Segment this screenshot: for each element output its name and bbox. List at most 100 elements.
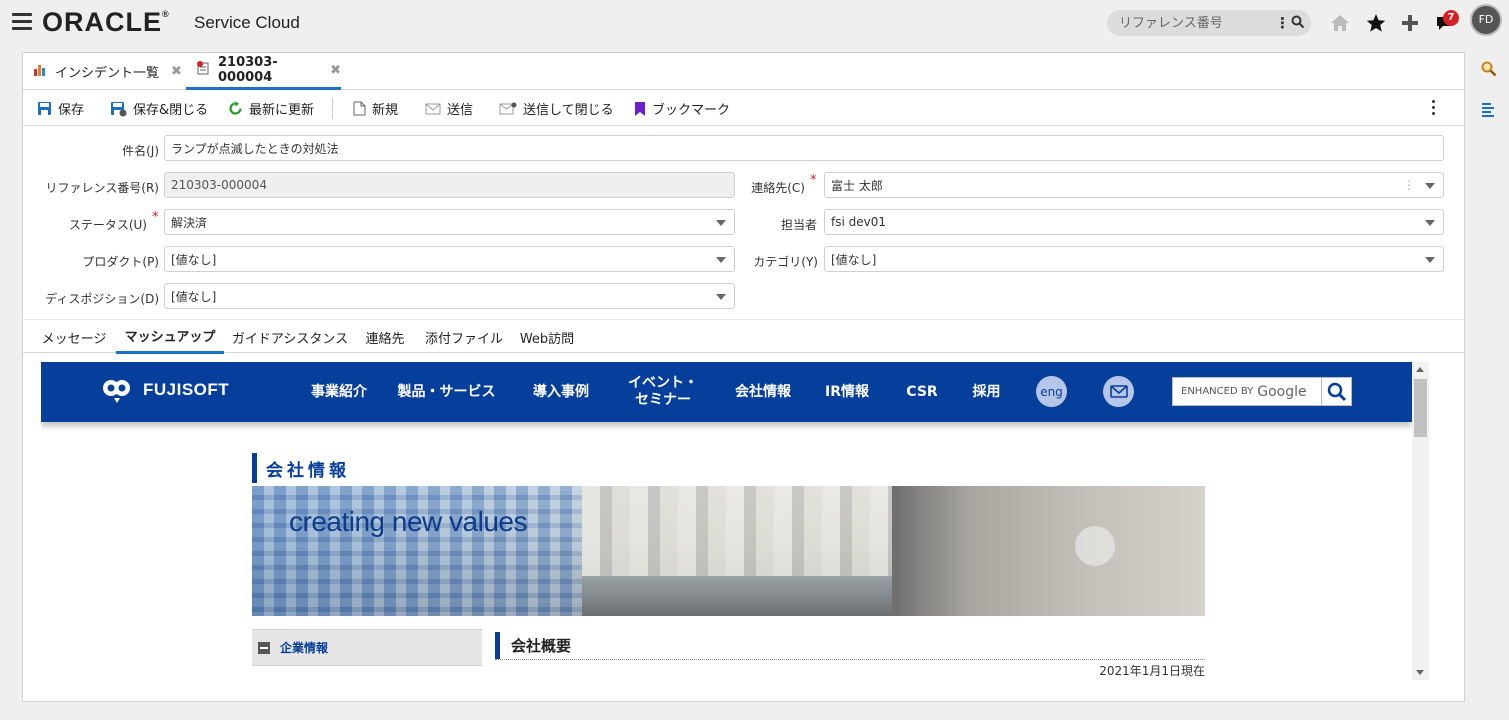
save-close-button[interactable]: 保存&閉じる bbox=[110, 91, 208, 126]
tab-contact[interactable]: 連絡先 bbox=[359, 320, 411, 354]
side-menu-company[interactable]: 企業情報 bbox=[252, 629, 482, 666]
tab-label: 210303-000004 bbox=[218, 55, 278, 85]
nav-company[interactable]: 会社情報 bbox=[723, 362, 803, 422]
home-icon[interactable] bbox=[1327, 10, 1353, 36]
more-vertical-icon[interactable]: ⋮ bbox=[1275, 14, 1290, 32]
envelope-icon bbox=[425, 103, 441, 114]
category-select[interactable]: [値なし] bbox=[824, 246, 1444, 272]
send-close-button[interactable]: 送信して閉じる bbox=[499, 91, 614, 126]
new-document-icon bbox=[353, 101, 366, 116]
mashup-scrollbar[interactable] bbox=[1412, 362, 1429, 680]
menu-icon[interactable] bbox=[12, 13, 32, 30]
search-prefix: ENHANCED BY bbox=[1181, 386, 1254, 397]
hero-floor bbox=[582, 576, 892, 616]
refresh-label: 最新に更新 bbox=[249, 103, 315, 118]
toolbar-divider bbox=[332, 98, 333, 119]
status-select[interactable]: 解決済 bbox=[164, 209, 735, 235]
app-header: ORACLE® Service Cloud ⋮ 7 FD bbox=[0, 0, 1509, 46]
bookmark-icon bbox=[635, 101, 645, 116]
nav-products[interactable]: 製品・サービス bbox=[389, 362, 504, 422]
category-label: カテゴリ(Y) bbox=[753, 255, 818, 269]
save-button[interactable]: 保存 bbox=[37, 91, 84, 126]
bookmark-button[interactable]: ブックマーク bbox=[634, 91, 730, 126]
list-panel-icon[interactable] bbox=[1478, 98, 1500, 120]
assigned-select[interactable]: fsi dev01 bbox=[824, 209, 1444, 235]
chevron-down-icon bbox=[716, 220, 726, 226]
more-vertical-icon[interactable]: ⋮ bbox=[1403, 179, 1415, 191]
hero-lights bbox=[582, 486, 892, 576]
required-mark: * bbox=[152, 210, 159, 225]
section-date: 2021年1月1日現在 bbox=[1099, 664, 1205, 678]
tab-guided-assistance[interactable]: ガイドアシスタンス bbox=[229, 320, 351, 354]
scroll-up-icon[interactable] bbox=[1416, 367, 1424, 372]
send-button[interactable]: 送信 bbox=[425, 91, 473, 126]
fujisoft-logo[interactable]: FUJISOFT bbox=[101, 376, 229, 404]
tab-attachments[interactable]: 添付ファイル bbox=[419, 320, 509, 354]
subject-label: 件名(J) bbox=[122, 144, 159, 158]
tab-incident-list[interactable]: インシデント一覧 ✖ bbox=[23, 53, 185, 90]
tab-mashup[interactable]: マッシュアップ bbox=[116, 320, 224, 354]
oracle-logo: ORACLE® bbox=[42, 7, 170, 37]
plus-icon[interactable] bbox=[1397, 10, 1423, 36]
save-close-label: 保存&閉じる bbox=[133, 103, 209, 118]
incident-icon bbox=[196, 61, 210, 79]
product-value: [値なし] bbox=[171, 252, 217, 267]
avatar[interactable]: FD bbox=[1470, 4, 1502, 36]
assigned-label: 担当者 bbox=[780, 218, 817, 232]
search-panel-icon[interactable] bbox=[1478, 58, 1500, 80]
chevron-down-icon bbox=[716, 257, 726, 263]
assigned-value: fsi dev01 bbox=[831, 215, 886, 229]
product-name: Service Cloud bbox=[194, 13, 300, 32]
search-icon[interactable] bbox=[1291, 15, 1305, 33]
logo-text: FUJISOFT bbox=[143, 380, 230, 399]
save-icon bbox=[38, 102, 51, 115]
product-label: プロダクト(P) bbox=[82, 255, 159, 269]
contact-value: 富士 太郎 bbox=[831, 178, 883, 193]
disposition-select[interactable]: [値なし] bbox=[164, 283, 735, 309]
search-icon[interactable] bbox=[1322, 377, 1352, 406]
disposition-label: ディスポジション(D) bbox=[45, 292, 159, 306]
reference-search-input[interactable] bbox=[1119, 14, 1269, 32]
scroll-down-icon[interactable] bbox=[1416, 670, 1424, 675]
nav-business[interactable]: 事業紹介 bbox=[299, 362, 379, 422]
close-icon[interactable]: ✖ bbox=[171, 64, 182, 79]
reference-field: 210303-000004 bbox=[164, 172, 735, 198]
toolbar: 保存 保存&閉じる 最新に更新 新規 送信 送信して閉じる ブックマーク bbox=[23, 91, 1464, 126]
scroll-thumb[interactable] bbox=[1414, 379, 1427, 437]
required-mark: * bbox=[810, 173, 817, 188]
nav-ir[interactable]: IR情報 bbox=[812, 362, 882, 422]
side-menu-label: 企業情報 bbox=[280, 641, 329, 655]
contact-field[interactable]: 富士 太郎 ⋮ bbox=[824, 172, 1444, 198]
category-value: [値なし] bbox=[831, 252, 877, 267]
chevron-down-icon[interactable] bbox=[1425, 183, 1435, 189]
nav-events[interactable]: イベント・ セミナー bbox=[613, 362, 713, 422]
save-label: 保存 bbox=[58, 103, 85, 118]
product-select[interactable]: [値なし] bbox=[164, 246, 735, 272]
close-icon[interactable]: ✖ bbox=[330, 63, 341, 78]
star-icon[interactable] bbox=[1363, 10, 1389, 36]
tab-incident-detail[interactable]: 210303-000004 ✖ bbox=[186, 53, 341, 90]
hero-logo-icon bbox=[1075, 526, 1115, 566]
subject-field[interactable]: ランプが点滅したときの対処法 bbox=[164, 135, 1444, 161]
status-label: ステータス(U) bbox=[68, 218, 147, 232]
tab-messages[interactable]: メッセージ bbox=[33, 320, 115, 354]
nav-cases[interactable]: 導入事例 bbox=[521, 362, 601, 422]
fujisoft-logo-icon bbox=[103, 380, 130, 403]
site-search-input[interactable]: ENHANCED BY Google bbox=[1172, 377, 1322, 406]
tab-web-visits[interactable]: Web訪問 bbox=[517, 320, 577, 354]
new-label: 新規 bbox=[372, 103, 399, 118]
collapse-icon bbox=[258, 641, 270, 654]
mail-icon[interactable] bbox=[1103, 376, 1134, 407]
nav-csr[interactable]: CSR bbox=[893, 362, 951, 422]
more-vertical-icon[interactable] bbox=[1425, 100, 1441, 118]
hero-text: creating new values bbox=[289, 506, 527, 537]
status-value: 解決済 bbox=[171, 215, 208, 230]
new-button[interactable]: 新規 bbox=[353, 91, 398, 126]
section-divider bbox=[495, 659, 1205, 660]
refresh-button[interactable]: 最新に更新 bbox=[228, 91, 314, 126]
eng-button[interactable]: eng bbox=[1036, 376, 1067, 407]
contact-label: 連絡先(C) bbox=[751, 181, 805, 195]
content-tabs: メッセージ マッシュアップ ガイドアシスタンス 連絡先 添付ファイル Web訪問 bbox=[23, 319, 1464, 354]
incident-workspace: インシデント一覧 ✖ 210303-000004 ✖ 保存 保存&閉じる 最新に… bbox=[22, 52, 1465, 702]
nav-recruit[interactable]: 採用 bbox=[959, 362, 1014, 422]
